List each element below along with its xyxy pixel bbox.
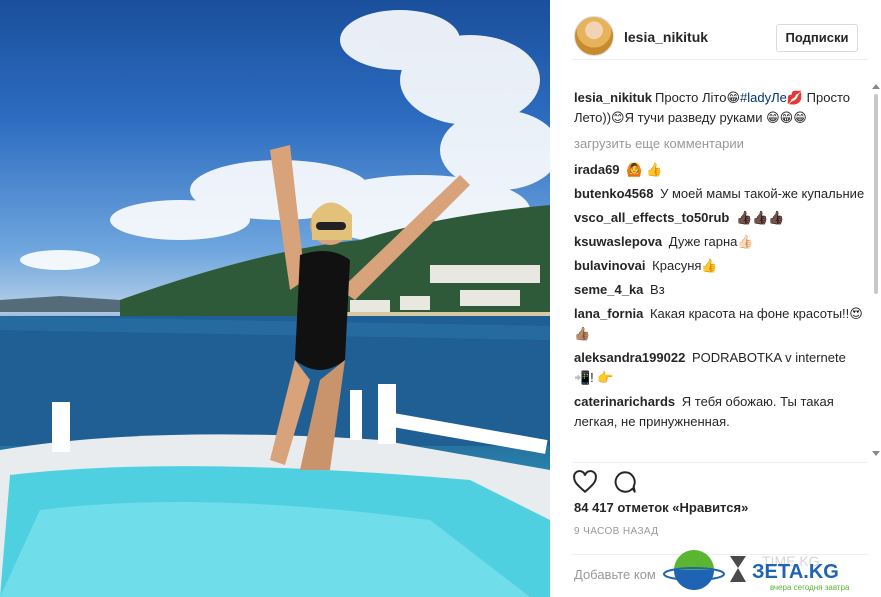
comment-text: Дуже гарна👍🏻	[668, 234, 754, 249]
avatar[interactable]	[574, 16, 614, 56]
hashtag-link[interactable]: #ladyЛе	[740, 90, 787, 105]
comment-username[interactable]: seme_4_ka	[574, 282, 643, 297]
comment-item: caterinarichards Я тебя обожаю. Ты такая…	[574, 392, 866, 432]
comment-text: 🙆 👍	[626, 162, 663, 177]
add-comment-placeholder[interactable]: Добавьте ком	[574, 567, 656, 582]
likes-count[interactable]: 84 417 отметок «Нравится»	[574, 500, 748, 515]
watermark-tagline: вчера сегодня завтра	[770, 583, 850, 592]
comment-username[interactable]: aleksandra199022	[574, 350, 685, 365]
comment-item: butenko4568 У моей мамы такой-же купальн…	[574, 184, 866, 204]
comment-username[interactable]: vsco_all_effects_to50rub	[574, 210, 729, 225]
post-photo[interactable]	[0, 0, 550, 597]
comment-item: vsco_all_effects_to50rub 👍🏿👍🏿👍🏿	[574, 208, 866, 228]
comment-item: aleksandra199022 PODRABOTKA v internete …	[574, 348, 866, 388]
beach-photo-illustration	[0, 10, 550, 597]
comment-item: irada69 🙆 👍	[574, 160, 866, 180]
scroll-down-arrow-icon[interactable]	[872, 451, 880, 456]
comments-scrollbar[interactable]	[872, 84, 880, 456]
hourglass-icon	[730, 556, 746, 582]
comment-username[interactable]: bulavinovai	[574, 258, 646, 273]
comment-bubble-icon[interactable]	[612, 469, 640, 497]
post-timestamp: 9 ЧАСОВ НАЗАД	[574, 526, 659, 537]
scroll-up-arrow-icon[interactable]	[872, 84, 880, 89]
like-heart-icon[interactable]	[572, 469, 600, 497]
post-sidebar: lesia_nikituk Подписки lesia_nikituk Прос…	[550, 0, 881, 597]
site-watermark: TIME.KG ЗЕТА.KG вчера сегодня завтра	[662, 544, 881, 597]
username-link[interactable]: lesia_nikituk	[624, 29, 708, 45]
comment-text: Вз	[650, 282, 665, 297]
load-more-comments-link[interactable]: загрузить еще комментарии	[574, 134, 866, 154]
comment-item: ksuwaslepova Дуже гарна👍🏻	[574, 232, 866, 252]
comment-username[interactable]: lana_fornia	[574, 306, 643, 321]
comment-username[interactable]: irada69	[574, 162, 620, 177]
comment-username[interactable]: ksuwaslepova	[574, 234, 662, 249]
post-actions	[572, 462, 868, 498]
watermark-brand-text: ЗЕТА.KG	[752, 561, 839, 583]
caption-username[interactable]: lesia_nikituk	[574, 90, 652, 105]
comment-item: seme_4_ka Вз	[574, 280, 866, 300]
globe-logo-icon	[663, 550, 725, 590]
post-header: lesia_nikituk Подписки	[572, 16, 868, 60]
caption: lesia_nikituk Просто Літо😁#ladyЛе💋 Просто…	[574, 88, 866, 128]
comment-item: bulavinovai Красуня👍	[574, 256, 866, 276]
comment-text: У моей мамы такой-же купальние	[660, 186, 865, 201]
caption-text-part1: Просто Літо😁	[655, 90, 741, 105]
comment-text: 👍🏿👍🏿👍🏿	[735, 210, 785, 225]
following-button[interactable]: Подписки	[776, 24, 858, 52]
comment-username[interactable]: caterinarichards	[574, 394, 675, 409]
scroll-thumb[interactable]	[874, 94, 878, 294]
comment-text: Красуня👍	[652, 258, 718, 273]
comment-item: lana_fornia Какая красота на фоне красот…	[574, 304, 866, 344]
comment-username[interactable]: butenko4568	[574, 186, 653, 201]
comments-list: lesia_nikituk Просто Літо😁#ladyЛе💋 Просто…	[574, 88, 866, 454]
